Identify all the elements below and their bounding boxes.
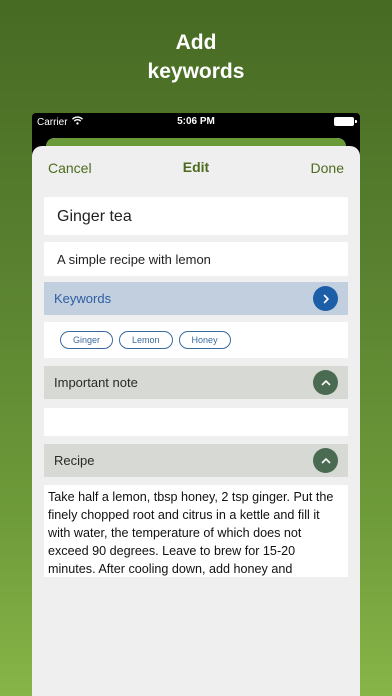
important-note-field[interactable]	[44, 408, 348, 436]
recipe-description-field[interactable]: A simple recipe with lemon	[44, 242, 348, 276]
status-bar: Carrier 5:06 PM	[32, 113, 360, 131]
done-button[interactable]: Done	[311, 160, 344, 176]
recipe-label: Recipe	[54, 453, 95, 468]
keywords-section-header[interactable]: Keywords	[44, 282, 348, 315]
chevron-up-icon[interactable]	[313, 448, 338, 473]
keyword-tag-lemon[interactable]: Lemon	[119, 331, 173, 349]
keyword-tag-honey[interactable]: Honey	[178, 331, 231, 349]
chevron-right-icon[interactable]	[313, 286, 338, 311]
important-note-section-header[interactable]: Important note	[44, 366, 348, 399]
phone-screen: Carrier 5:06 PM Cancel Edit Done Ginger …	[32, 113, 360, 696]
important-note-label: Important note	[54, 375, 138, 390]
chevron-up-icon[interactable]	[313, 370, 338, 395]
battery-icon	[334, 117, 357, 126]
keywords-label: Keywords	[54, 291, 112, 306]
promo-headline: Add keywords	[0, 28, 392, 86]
recipe-title-field[interactable]: Ginger tea	[44, 197, 348, 235]
headline-line-2: keywords	[147, 60, 245, 83]
nav-bar: Cancel Edit Done	[32, 146, 360, 190]
recipe-section-header[interactable]: Recipe	[44, 444, 348, 477]
recipe-text-area[interactable]: Take half a lemon, tbsp honey, 2 tsp gin…	[44, 485, 348, 577]
headline-line-1: Add	[175, 31, 217, 54]
keyword-tags: Ginger Lemon Honey	[44, 322, 348, 358]
keyword-tag-ginger[interactable]: Ginger	[60, 331, 114, 349]
edit-sheet: Cancel Edit Done Ginger tea A simple rec…	[32, 146, 360, 696]
status-time: 5:06 PM	[177, 116, 215, 127]
